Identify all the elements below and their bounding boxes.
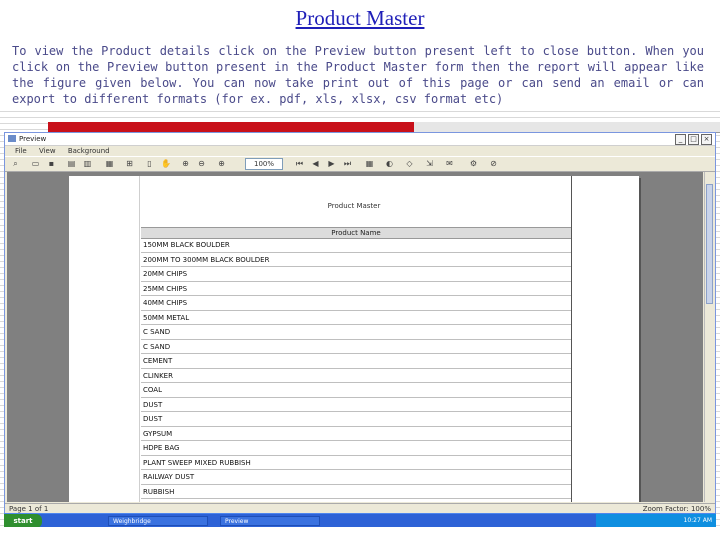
table-row: RAILWAY DUST [141, 470, 571, 485]
table-row: HDPE BAG [141, 441, 571, 456]
magnifier-icon[interactable]: ⊕ [181, 159, 190, 168]
table-row: 25MM CHIPS [141, 282, 571, 296]
previous-page-icon[interactable]: ◀ [311, 159, 320, 168]
product-rows: 150MM BLACK BOULDER 200MM TO 300MM BLACK … [141, 238, 571, 499]
page-margin-right [571, 176, 572, 502]
report-page: Product Master Product Name 150MM BLACK … [69, 176, 639, 502]
table-row: COAL [141, 383, 571, 398]
color-icon[interactable]: ◐ [385, 159, 394, 168]
report-title: Product Master [327, 202, 381, 210]
table-row: DUST [141, 412, 571, 427]
zoom-in-icon[interactable]: ⊕ [217, 159, 226, 168]
system-tray: 10:27 AM [596, 514, 716, 528]
settings-icon[interactable]: ⚙ [469, 159, 478, 168]
watermark-icon[interactable]: ◇ [405, 159, 414, 168]
table-row: 150MM BLACK BOULDER [141, 238, 571, 253]
table-row: C SAND [141, 340, 571, 354]
table-row: 50MM METAL [141, 311, 571, 325]
multiple-pages-icon[interactable]: ▦ [365, 159, 374, 168]
scale-icon[interactable]: ⊞ [125, 159, 134, 168]
folder-icon[interactable]: ▭ [31, 159, 40, 168]
table-row: C SAND [141, 325, 571, 340]
scrollbar-thumb[interactable] [706, 184, 713, 304]
maximize-button[interactable]: □ [688, 134, 699, 145]
page-title: Product Master [295, 6, 425, 30]
page-margin-left [139, 176, 140, 502]
window-title: Preview [19, 135, 47, 143]
save-icon[interactable]: ▪ [47, 159, 56, 168]
search-icon[interactable]: ⌕ [11, 159, 20, 168]
table-row: GYPSUM [141, 427, 571, 441]
print-icon[interactable]: ▤ [67, 159, 76, 168]
table-row: 20MM CHIPS [141, 267, 571, 282]
task-weighbridge[interactable]: Weighbridge [108, 516, 208, 526]
print-setup-icon[interactable]: ▥ [83, 159, 92, 168]
export-icon[interactable]: ⇲ [425, 159, 434, 168]
menu-view[interactable]: View [39, 147, 56, 155]
bottom-strip [0, 527, 720, 540]
taskbar: start Weighbridge Preview 10:27 AM [4, 513, 716, 528]
vertical-scrollbar[interactable] [704, 172, 714, 502]
table-row: CLINKER [141, 369, 571, 383]
banner-red [48, 122, 414, 132]
menu-bar: File View Background [5, 146, 715, 156]
close-window-button[interactable]: × [701, 134, 712, 145]
table-row: RUBBISH [141, 485, 571, 499]
window-titlebar[interactable]: Preview _ □ × [5, 133, 715, 146]
table-row: CEMENT [141, 354, 571, 369]
minimize-button[interactable]: _ [675, 134, 686, 145]
preview-app-icon [8, 135, 16, 142]
last-page-icon[interactable]: ⏭ [343, 159, 352, 168]
menu-file[interactable]: File [15, 147, 27, 155]
table-row: 40MM CHIPS [141, 296, 571, 311]
intro-text: To view the Product details click on the… [12, 44, 704, 106]
table-row: 200MM TO 300MM BLACK BOULDER [141, 253, 571, 267]
single-page-icon[interactable]: ▯ [145, 159, 154, 168]
email-icon[interactable]: ✉ [445, 159, 454, 168]
table-row: DUST [141, 398, 571, 412]
page-setup-icon[interactable]: ▦ [105, 159, 114, 168]
preview-window: Preview _ □ × File View Background ⌕ ▭ ▪… [4, 132, 716, 528]
next-page-icon[interactable]: ▶ [327, 159, 336, 168]
exit-icon[interactable]: ⊘ [489, 159, 498, 168]
first-page-icon[interactable]: ⏮ [295, 159, 304, 168]
zoom-select[interactable]: 100% [245, 158, 283, 170]
hand-tool-icon[interactable]: ✋ [161, 159, 171, 168]
table-row: PLANT SWEEP MIXED RUBBISH [141, 456, 571, 470]
start-button[interactable]: start [4, 514, 42, 528]
report-viewer[interactable]: Product Master Product Name 150MM BLACK … [7, 172, 703, 502]
menu-background[interactable]: Background [68, 147, 110, 155]
toolbar: ⌕ ▭ ▪ ▤ ▥ ▦ ⊞ ▯ ✋ ⊕ ⊖ ⊕ 100% ⏮ ◀ ▶ ⏭ ▦ ◐… [5, 156, 715, 172]
task-preview[interactable]: Preview [220, 516, 320, 526]
zoom-out-icon[interactable]: ⊖ [197, 159, 206, 168]
clock: 10:27 AM [683, 517, 712, 524]
